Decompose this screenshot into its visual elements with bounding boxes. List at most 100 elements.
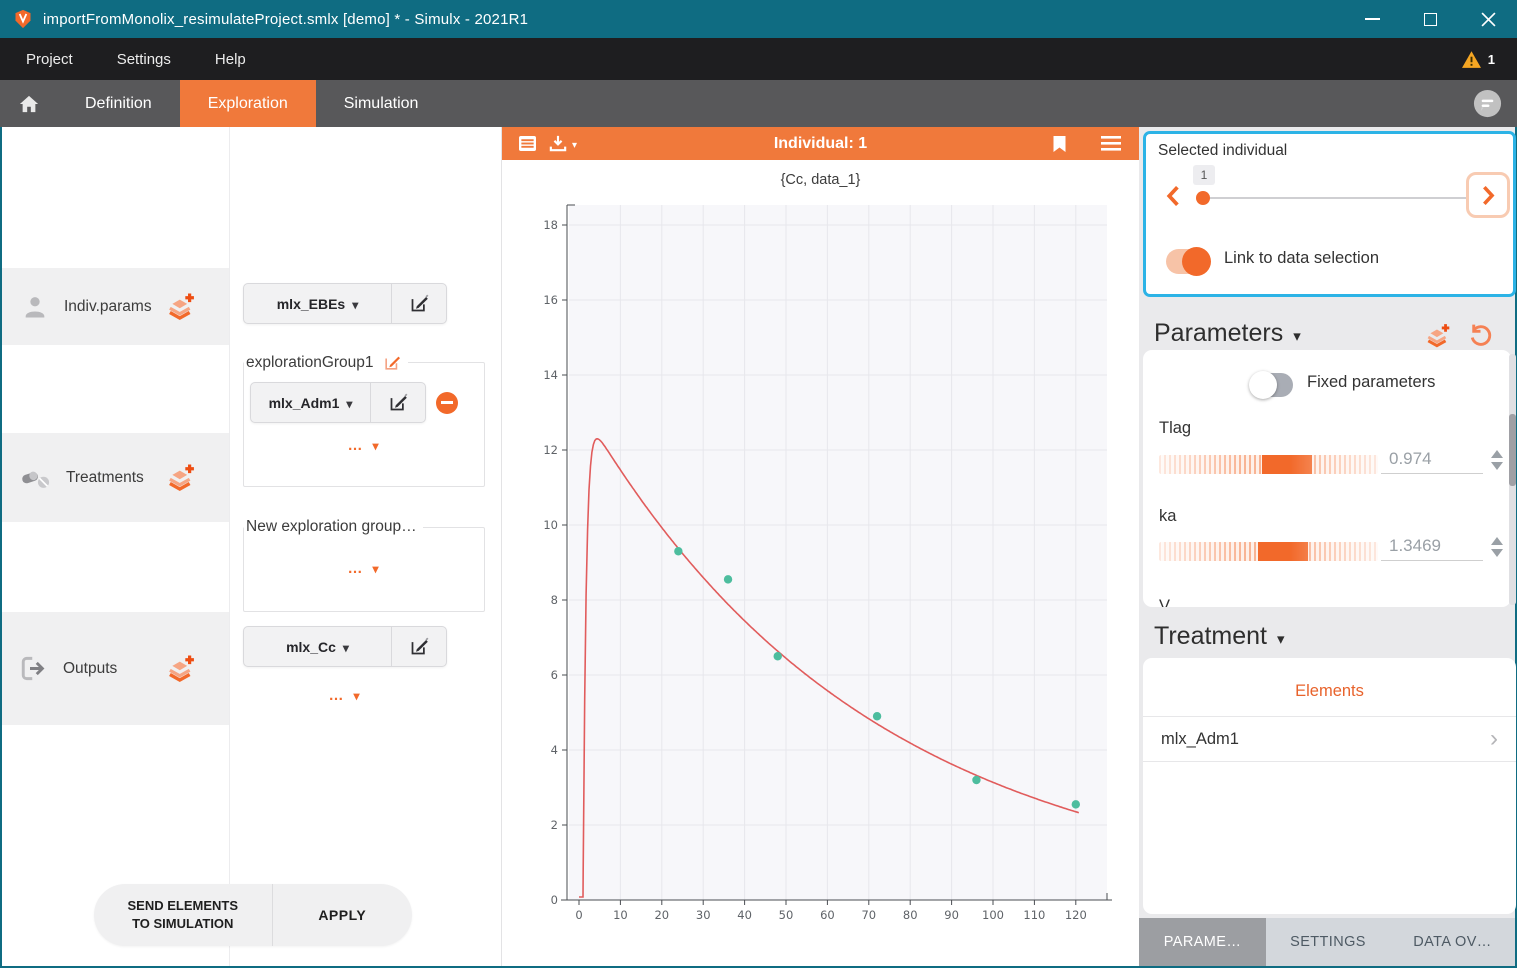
treatment-element-row[interactable]: mlx_Adm1 › bbox=[1143, 717, 1516, 762]
individual-slider-track[interactable] bbox=[1202, 197, 1470, 199]
menu-settings[interactable]: Settings bbox=[95, 38, 193, 80]
svg-text:14: 14 bbox=[543, 368, 558, 382]
navbar: Definition Exploration Simulation bbox=[0, 80, 1517, 127]
chat-bubble-icon bbox=[1472, 88, 1503, 119]
scrollbar-thumb[interactable] bbox=[1509, 414, 1516, 486]
menubar: Project Settings Help 1 bbox=[0, 38, 1517, 80]
individual-slider-thumb[interactable] bbox=[1196, 191, 1210, 205]
stepper-down-icon[interactable] bbox=[1491, 462, 1503, 470]
tab-parameters[interactable]: PARAME… bbox=[1139, 918, 1266, 966]
maximize-button[interactable] bbox=[1401, 0, 1459, 38]
caret-down-icon bbox=[1277, 622, 1285, 651]
edit-treatment-element-button[interactable] bbox=[370, 383, 425, 422]
home-button[interactable] bbox=[0, 80, 57, 127]
next-individual-button[interactable] bbox=[1466, 172, 1510, 218]
apply-button[interactable]: APPLY bbox=[273, 884, 412, 946]
tab-data-overview[interactable]: DATA OV… bbox=[1390, 918, 1515, 966]
warning-indicator[interactable]: 1 bbox=[1462, 51, 1495, 68]
section-treatments: Treatments bbox=[2, 433, 229, 522]
parameter-slider[interactable] bbox=[1159, 455, 1378, 474]
more-dots: … bbox=[328, 687, 345, 704]
home-icon bbox=[18, 94, 40, 114]
exploration-group-1: explorationGroup1 mlx_Adm1 bbox=[243, 353, 485, 487]
output-element-label: mlx_Cc bbox=[286, 639, 336, 655]
edit-indiv-param-button[interactable] bbox=[391, 284, 446, 323]
chevron-left-icon bbox=[1166, 186, 1180, 206]
svg-text:120: 120 bbox=[1065, 908, 1087, 922]
svg-text:10: 10 bbox=[613, 908, 628, 922]
treatment-element-label: mlx_Adm1 bbox=[269, 395, 340, 411]
treatment-element-dropdown[interactable]: mlx_Adm1 bbox=[251, 383, 370, 422]
exploration-group-title: explorationGroup1 bbox=[246, 354, 374, 372]
svg-text:100: 100 bbox=[982, 908, 1004, 922]
parameter-slider[interactable] bbox=[1159, 542, 1378, 561]
section-label: Indiv.params bbox=[64, 298, 152, 316]
send-elements-to-simulation-button[interactable]: SEND ELEMENTS TO SIMULATION bbox=[94, 884, 273, 946]
add-treatment-more-dropdown[interactable]: … bbox=[250, 437, 478, 454]
svg-text:90: 90 bbox=[944, 908, 959, 922]
parameter-stepper bbox=[1491, 537, 1503, 557]
treatment-card: Elements mlx_Adm1 › bbox=[1143, 658, 1516, 914]
parameters-title: Parameters bbox=[1154, 319, 1283, 348]
warning-count: 1 bbox=[1488, 52, 1495, 67]
add-element-icon[interactable] bbox=[165, 654, 197, 684]
svg-text:30: 30 bbox=[696, 908, 711, 922]
parameter-slider-thumb[interactable] bbox=[1262, 455, 1312, 474]
previous-individual-button[interactable] bbox=[1166, 186, 1180, 211]
output-arrow-icon bbox=[21, 656, 48, 681]
add-element-icon[interactable] bbox=[165, 463, 197, 493]
edit-pencil-icon bbox=[388, 392, 409, 413]
chart-menu-button[interactable] bbox=[1101, 136, 1121, 151]
output-element-dropdown[interactable]: mlx_Cc bbox=[244, 627, 391, 666]
add-element-icon[interactable] bbox=[165, 292, 197, 322]
add-output-more-dropdown[interactable]: … bbox=[243, 687, 447, 704]
menu-project[interactable]: Project bbox=[0, 38, 95, 80]
stepper-up-icon[interactable] bbox=[1491, 450, 1503, 458]
svg-text:110: 110 bbox=[1023, 908, 1045, 922]
indiv-param-dropdown[interactable]: mlx_EBEs bbox=[244, 284, 391, 323]
new-group-more-dropdown[interactable]: … bbox=[250, 560, 478, 577]
svg-text:4: 4 bbox=[551, 743, 558, 757]
section-indiv-params: Indiv.params bbox=[2, 268, 229, 345]
treatment-section-header[interactable]: Treatment bbox=[1154, 622, 1285, 651]
close-icon bbox=[1481, 12, 1496, 27]
more-dots: … bbox=[347, 560, 364, 577]
elements-tab[interactable]: Elements bbox=[1143, 682, 1516, 701]
send-button-line2: TO SIMULATION bbox=[132, 915, 233, 933]
link-to-data-toggle[interactable] bbox=[1166, 249, 1209, 274]
svg-text:50: 50 bbox=[779, 908, 794, 922]
tab-exploration[interactable]: Exploration bbox=[180, 80, 316, 127]
stepper-up-icon[interactable] bbox=[1491, 537, 1503, 545]
parameters-section-header[interactable]: Parameters bbox=[1154, 319, 1301, 348]
fixed-parameters-toggle[interactable] bbox=[1251, 373, 1293, 397]
bookmark-button[interactable] bbox=[1052, 135, 1067, 153]
panel-divider bbox=[229, 127, 230, 966]
rename-group-icon[interactable] bbox=[383, 353, 402, 372]
simulx-app-icon bbox=[13, 9, 33, 29]
remove-element-button[interactable] bbox=[436, 392, 458, 414]
hamburger-menu-icon bbox=[1101, 136, 1121, 151]
parameter-slider-thumb[interactable] bbox=[1258, 542, 1308, 561]
tab-simulation[interactable]: Simulation bbox=[316, 80, 447, 127]
titlebar: importFromMonolix_resimulateProject.smlx… bbox=[0, 0, 1517, 38]
tab-settings[interactable]: SETTINGS bbox=[1266, 918, 1390, 966]
fixed-parameters-label: Fixed parameters bbox=[1307, 373, 1435, 392]
minimize-button[interactable] bbox=[1343, 0, 1401, 38]
parameter-value-input[interactable]: 0.974 bbox=[1381, 449, 1483, 474]
indiv-param-element-group: mlx_EBEs bbox=[243, 283, 447, 324]
svg-text:20: 20 bbox=[654, 908, 669, 922]
svg-text:60: 60 bbox=[820, 908, 835, 922]
stepper-down-icon[interactable] bbox=[1491, 549, 1503, 557]
tab-definition[interactable]: Definition bbox=[57, 80, 180, 127]
treatment-element-name: mlx_Adm1 bbox=[1161, 730, 1239, 749]
chart-canvas[interactable]: 0246810121416180102030405060708090100110… bbox=[502, 160, 1139, 966]
main-content: Indiv.params Treatments bbox=[2, 127, 1515, 966]
add-element-icon bbox=[1424, 323, 1452, 349]
parameter-value-input[interactable]: 1.3469 bbox=[1381, 536, 1483, 561]
edit-output-element-button[interactable] bbox=[391, 627, 446, 666]
close-button[interactable] bbox=[1459, 0, 1517, 38]
menu-help[interactable]: Help bbox=[193, 38, 268, 80]
caret-down-icon bbox=[352, 296, 358, 312]
svg-text:0: 0 bbox=[575, 908, 582, 922]
feedback-chat-button[interactable] bbox=[1472, 88, 1503, 124]
